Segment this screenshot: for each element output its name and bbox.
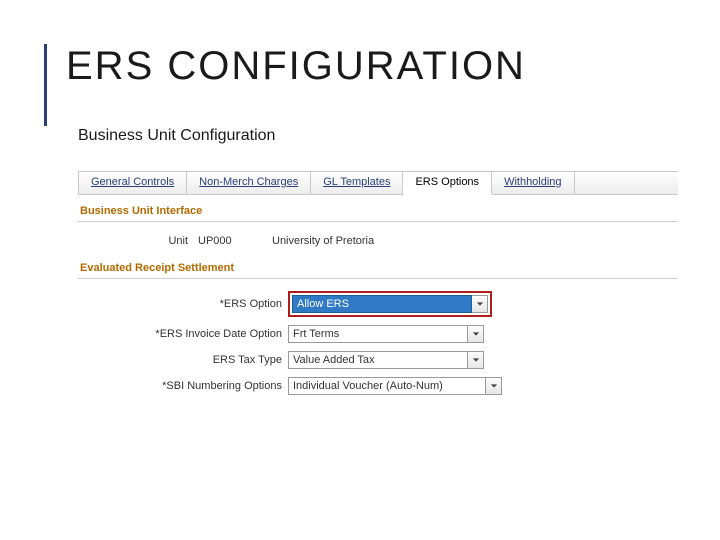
page-subtitle: Business Unit Configuration bbox=[78, 127, 680, 145]
title-accent-rule bbox=[44, 44, 47, 126]
tab-ers-options[interactable]: ERS Options bbox=[403, 172, 492, 195]
ers-option-row: *ERS Option Allow ERS bbox=[78, 287, 678, 321]
ers-invoice-date-row: *ERS Invoice Date Option Frt Terms bbox=[78, 321, 678, 347]
unit-label: Unit bbox=[78, 235, 194, 247]
config-panel: General Controls Non-Merch Charges GL Te… bbox=[78, 171, 678, 399]
ers-invoice-date-chevron[interactable] bbox=[468, 325, 484, 343]
ers-invoice-date-select[interactable]: Frt Terms bbox=[288, 325, 468, 343]
ers-tax-type-select[interactable]: Value Added Tax bbox=[288, 351, 468, 369]
ers-invoice-date-label: *ERS Invoice Date Option bbox=[78, 328, 288, 340]
ers-option-select[interactable]: Allow ERS bbox=[292, 295, 472, 313]
ers-option-chevron[interactable] bbox=[472, 295, 488, 313]
section-heading-evaluated-receipt-settlement: Evaluated Receipt Settlement bbox=[78, 252, 678, 279]
tab-gl-templates[interactable]: GL Templates bbox=[311, 172, 403, 194]
tab-withholding[interactable]: Withholding bbox=[492, 172, 574, 194]
ers-option-label: *ERS Option bbox=[78, 298, 288, 310]
sbi-numbering-select[interactable]: Individual Voucher (Auto-Num) bbox=[288, 377, 486, 395]
ers-option-highlight: Allow ERS bbox=[288, 291, 492, 317]
ers-tax-type-row: ERS Tax Type Value Added Tax bbox=[78, 347, 678, 373]
unit-name: University of Pretoria bbox=[246, 235, 374, 247]
unit-row: Unit UP000 University of Pretoria bbox=[78, 230, 678, 252]
sbi-numbering-chevron[interactable] bbox=[486, 377, 502, 395]
chevron-down-icon bbox=[472, 356, 480, 364]
tab-non-merch-charges[interactable]: Non-Merch Charges bbox=[187, 172, 311, 194]
chevron-down-icon bbox=[490, 382, 498, 390]
sbi-numbering-label: *SBI Numbering Options bbox=[78, 380, 288, 392]
tab-general-controls[interactable]: General Controls bbox=[78, 172, 187, 194]
sbi-numbering-row: *SBI Numbering Options Individual Vouche… bbox=[78, 373, 678, 399]
tab-bar: General Controls Non-Merch Charges GL Te… bbox=[78, 171, 678, 195]
page-title: ERS CONFIGURATION bbox=[66, 44, 680, 89]
unit-code: UP000 bbox=[194, 234, 246, 248]
ers-tax-type-chevron[interactable] bbox=[468, 351, 484, 369]
chevron-down-icon bbox=[472, 330, 480, 338]
section-heading-business-unit-interface: Business Unit Interface bbox=[78, 195, 678, 222]
tab-filler bbox=[575, 172, 678, 194]
ers-tax-type-label: ERS Tax Type bbox=[78, 354, 288, 366]
chevron-down-icon bbox=[476, 300, 484, 308]
